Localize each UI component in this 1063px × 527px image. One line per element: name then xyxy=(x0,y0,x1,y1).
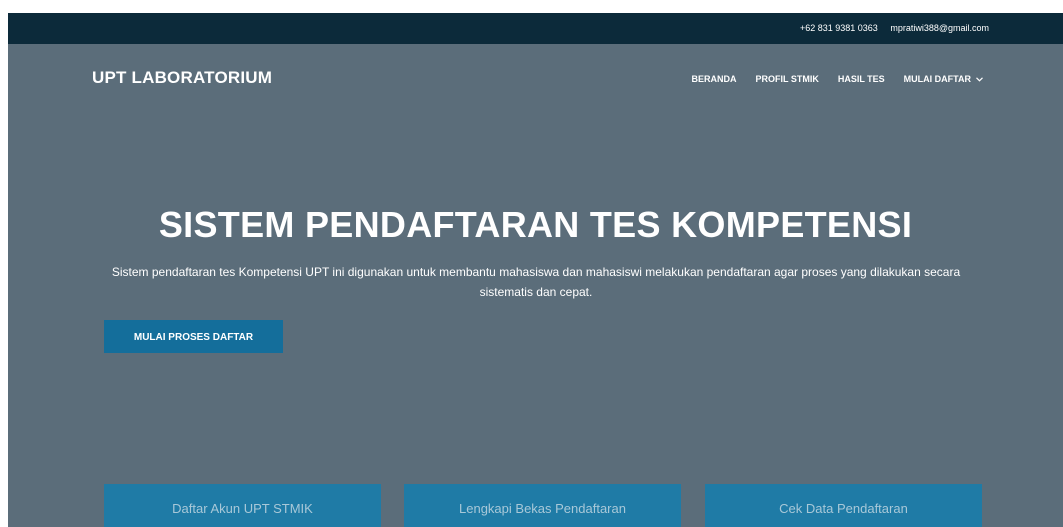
nav-item-profil-stmik[interactable]: PROFIL STMIK xyxy=(755,74,818,84)
hero-description: Sistem pendaftaran tes Kompetensi UPT in… xyxy=(111,265,961,299)
card-label: Cek Data Pendaftaran xyxy=(779,501,908,516)
nav-item-label: HASIL TES xyxy=(837,74,885,84)
nav-item-label: MULAI DAFTAR xyxy=(903,74,971,84)
phone-number[interactable]: +62 831 9381 0363 xyxy=(800,23,878,33)
hero-section: UPT LABORATORIUM BERANDA PROFIL STMIK HA… xyxy=(8,44,1063,527)
chevron-down-icon xyxy=(976,75,983,84)
nav-item-beranda[interactable]: BERANDA xyxy=(691,74,736,84)
card-cek-data[interactable]: Cek Data Pendaftaran xyxy=(705,484,982,527)
contact-info: +62 831 9381 0363 mpratiwi388@gmail.com xyxy=(790,13,989,44)
card-daftar-akun[interactable]: Daftar Akun UPT STMIK xyxy=(104,484,381,527)
card-lengkapi-berkas[interactable]: Lengkapi Bekas Pendaftaran xyxy=(404,484,681,527)
page: +62 831 9381 0363 mpratiwi388@gmail.com … xyxy=(0,0,1063,527)
email-address[interactable]: mpratiwi388@gmail.com xyxy=(890,23,989,33)
nav-item-label: BERANDA xyxy=(691,74,737,84)
site-brand[interactable]: UPT LABORATORIUM xyxy=(92,68,272,88)
nav-item-hasil-tes[interactable]: HASIL TES xyxy=(838,74,885,84)
nav-item-mulai-daftar[interactable]: MULAI DAFTAR xyxy=(904,74,983,84)
card-label: Lengkapi Bekas Pendaftaran xyxy=(459,501,626,516)
card-label: Daftar Akun UPT STMIK xyxy=(172,501,313,516)
feature-cards: Daftar Akun UPT STMIK Lengkapi Bekas Pen… xyxy=(8,484,1063,527)
start-registration-button[interactable]: MULAI PROSES DAFTAR xyxy=(104,320,283,353)
page-title: SISTEM PENDAFTARAN TES KOMPETENSI xyxy=(158,204,913,245)
main-nav: BERANDA PROFIL STMIK HASIL TES MULAI DAF… xyxy=(691,74,983,84)
nav-item-label: PROFIL STMIK xyxy=(755,74,819,84)
contact-bar: +62 831 9381 0363 mpratiwi388@gmail.com xyxy=(8,13,1063,44)
